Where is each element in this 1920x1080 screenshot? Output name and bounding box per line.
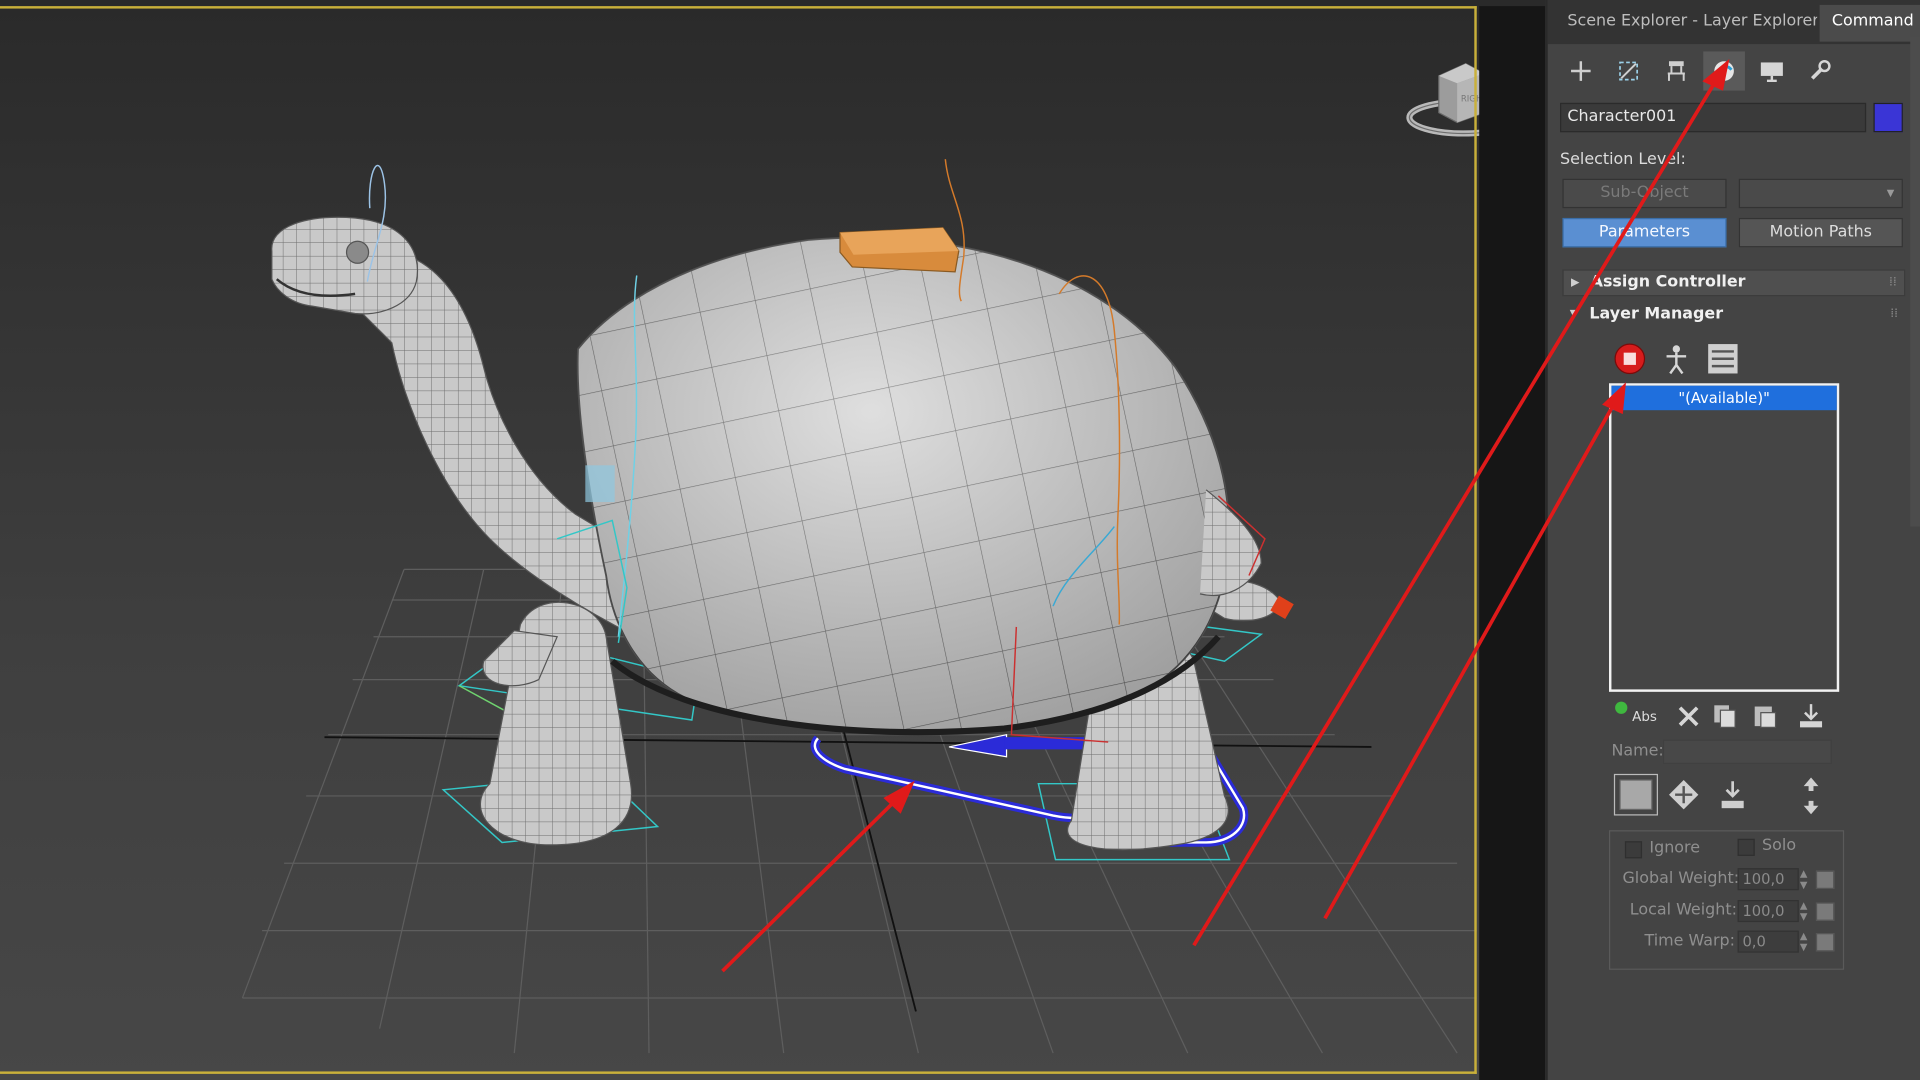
sub-object-dropdown[interactable]: ▼ [1738, 178, 1903, 209]
motion-tab-button[interactable] [1703, 51, 1745, 91]
hierarchy-tab-button[interactable] [1656, 51, 1698, 90]
record-icon [1614, 343, 1646, 375]
solo-checkbox[interactable] [1737, 838, 1755, 856]
layer-character-button[interactable] [1658, 340, 1695, 377]
collapse-layer-button[interactable] [1793, 698, 1830, 735]
layer-record-button[interactable] [1611, 340, 1648, 377]
create-icon [1571, 61, 1591, 81]
modify-icon [1619, 61, 1639, 81]
local-weight-spinner[interactable]: 100,0 [1737, 900, 1799, 923]
time-warp-key-button[interactable] [1815, 933, 1835, 952]
sub-object-button[interactable]: Sub-Object [1562, 178, 1727, 209]
layer-list-item[interactable]: "(Available)" [1611, 385, 1837, 411]
layer-listbox[interactable]: "(Available)" [1608, 383, 1840, 692]
paste-layer-button[interactable] [1746, 698, 1783, 735]
layer-manager-rollout[interactable]: ▼ Layer Manager ⁞⁞ [1562, 302, 1905, 329]
utilities-tab-button[interactable] [1799, 51, 1841, 90]
layer-load-button[interactable] [1714, 776, 1751, 813]
ignore-label: Ignore [1649, 838, 1701, 858]
ignore-checkbox[interactable] [1624, 841, 1643, 859]
layer-stack-icon [1708, 344, 1738, 374]
copy-icon [1714, 705, 1736, 728]
parameters-button[interactable]: Parameters [1562, 217, 1727, 248]
expanded-arrow-icon: ▼ [1569, 308, 1579, 321]
spinner-arrows-icon[interactable]: ▲ ▼ [1799, 868, 1809, 890]
delete-icon [1678, 706, 1699, 727]
collapsed-arrow-icon: ▶ [1571, 276, 1580, 289]
biped-figure-icon [1666, 345, 1687, 375]
hierarchy-icon [1667, 61, 1685, 81]
local-weight-key-button[interactable] [1815, 902, 1835, 921]
layer-options-group: Ignore Solo Global Weight: 100,0 ▲ ▼ Loca… [1608, 830, 1845, 970]
object-color-swatch[interactable] [1873, 102, 1903, 133]
layer-color-button[interactable] [1613, 773, 1658, 816]
load-down-icon [1721, 781, 1744, 809]
motion-paths-button[interactable]: Motion Paths [1738, 217, 1903, 248]
solo-label: Solo [1762, 836, 1797, 855]
copy-layer-button[interactable] [1707, 698, 1744, 735]
perspective-viewport[interactable]: RIGHT [0, 0, 1546, 1080]
orange-box-helper [839, 227, 960, 273]
rollout-grip-icon: ⁞⁞ [1890, 307, 1898, 321]
move-layer-up-button[interactable] [1793, 771, 1830, 795]
absolute-layer-button[interactable]: Abs [1611, 698, 1665, 735]
object-name-field[interactable]: Character001 [1560, 102, 1867, 133]
app-window: RIGHT Scene Explorer - Layer Explorer Co… [0, 0, 1920, 1080]
global-weight-label: Global Weight: [1622, 869, 1740, 888]
motion-icon [1714, 61, 1734, 81]
layer-key-mode-button[interactable] [1665, 776, 1702, 813]
display-icon [1760, 62, 1783, 83]
assign-controller-title: Assign Controller [1590, 273, 1746, 292]
layer-list-button[interactable] [1705, 340, 1742, 377]
collapse-icon [1800, 704, 1823, 728]
command-panel: Scene Explorer - Layer Explorer Command … [1545, 0, 1920, 1080]
arrow-up-icon [1803, 777, 1819, 792]
assign-controller-rollout[interactable]: ▶ Assign Controller ⁞⁞ [1562, 269, 1906, 297]
square-swatch-icon [1619, 779, 1653, 811]
turtle-shell [576, 236, 1262, 736]
tab-scene-explorer[interactable]: Scene Explorer - Layer Explorer [1555, 5, 1817, 42]
tab-command-panel[interactable]: Command Pa [1819, 4, 1920, 42]
global-weight-key-button[interactable] [1815, 870, 1835, 889]
selection-level-label: Selection Level: [1560, 150, 1686, 169]
panel-tabs: Scene Explorer - Layer Explorer Command … [1547, 0, 1920, 45]
panel-scrollbar[interactable] [1910, 36, 1920, 527]
display-tab-button[interactable] [1751, 51, 1793, 90]
chevron-down-icon: ▼ [1886, 187, 1895, 199]
new-layer-icon [1615, 701, 1628, 714]
utilities-icon [1810, 60, 1831, 80]
layer-manager-title: Layer Manager [1589, 304, 1724, 324]
spinner-arrows-icon[interactable]: ▲ ▼ [1799, 931, 1809, 953]
spinner-arrows-icon[interactable]: ▲ ▼ [1799, 900, 1809, 922]
name-label: Name: [1611, 742, 1664, 761]
viewport-side-strip [1479, 6, 1546, 1080]
delete-layer-button[interactable] [1670, 698, 1707, 735]
rollout-grip-icon: ⁞⁞ [1888, 275, 1897, 289]
arrow-down-icon [1803, 800, 1819, 815]
scene-canvas[interactable]: RIGHT [0, 0, 1545, 1080]
diamond-move-icon [1668, 780, 1699, 810]
global-weight-spinner[interactable]: 100,0 [1737, 868, 1799, 891]
paste-icon [1754, 706, 1777, 728]
create-tab-button[interactable] [1560, 51, 1602, 90]
move-layer-down-button[interactable] [1793, 796, 1830, 820]
abs-label: Abs [1632, 708, 1657, 725]
time-warp-label: Time Warp: [1644, 931, 1736, 951]
local-weight-label: Local Weight: [1629, 901, 1737, 920]
time-warp-spinner[interactable]: 0,0 [1737, 930, 1799, 953]
modify-tab-button[interactable] [1608, 51, 1650, 90]
layer-name-field[interactable] [1662, 739, 1832, 765]
command-panel-toolbar [1558, 49, 1920, 93]
